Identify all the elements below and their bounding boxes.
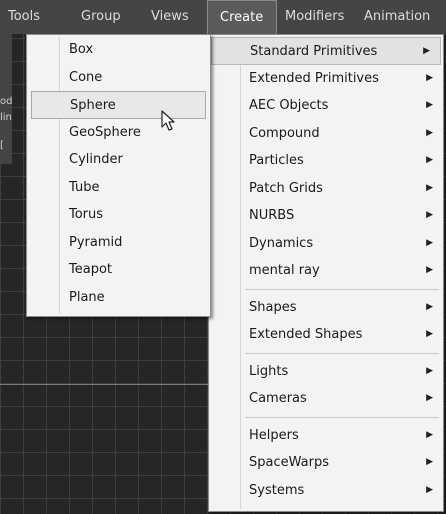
submenu-arrow-icon: ▶ [426,237,433,248]
submenu-arrow-icon: ▶ [426,365,433,376]
submenu-arrow-icon: ▶ [426,182,433,193]
submenu-arrow-icon: ▶ [426,329,433,339]
submenu-item-label: Cone [69,69,103,85]
submenu-item-label: Sphere [70,98,116,113]
menu-item-particles[interactable]: Particles ▶ [209,147,443,175]
menu-item-label: Compound [249,125,320,141]
menu-views[interactable]: Views [137,0,207,34]
submenu-arrow-icon: ▶ [426,100,433,110]
mouse-cursor-icon [161,110,175,131]
submenu-arrow-icon: ▶ [426,429,433,440]
submenu-item-cylinder[interactable]: Cylinder [27,146,210,174]
menu-item-cameras[interactable]: Cameras ▶ [209,385,443,413]
menu-item-patch-grids[interactable]: Patch Grids ▶ [209,175,443,203]
submenu-arrow-icon: ▶ [423,46,430,56]
left-strip-text-3: [ [0,140,4,151]
submenu-item-label: Box [69,42,94,57]
menu-item-label: AEC Objects [249,98,329,113]
submenu-arrow-icon: ▶ [426,72,433,83]
menu-item-label: Extended Primitives [249,70,379,86]
menu-item-systems[interactable]: Systems ▶ [209,477,443,505]
menu-item-label: Systems [249,482,305,498]
submenu-item-pyramid[interactable]: Pyramid [27,229,210,257]
submenu-item-label: GeoSphere [69,124,141,140]
menu-item-label: SpaceWarps [249,455,329,470]
menu-item-compound[interactable]: Compound ▶ [209,120,443,148]
submenu-item-label: Cylinder [69,152,123,167]
submenu-arrow-icon: ▶ [426,155,433,165]
submenu-item-cone[interactable]: Cone [27,64,210,92]
menu-item-label: mental ray [249,263,320,278]
submenu-arrow-icon: ▶ [426,265,433,275]
menu-tools[interactable]: Tools [0,0,67,34]
submenu-item-torus[interactable]: Torus [27,201,210,229]
submenu-item-label: Pyramid [69,234,123,250]
menu-item-label: Helpers [249,427,299,443]
menu-item-label: Particles [249,153,304,168]
menu-animation[interactable]: Animation [358,0,446,34]
menu-create[interactable]: Create [207,0,277,34]
menu-item-extended-primitives[interactable]: Extended Primitives ▶ [209,65,443,93]
menu-separator [245,288,439,290]
menu-item-nurbs[interactable]: NURBS ▶ [209,202,443,230]
menu-item-label: Extended Shapes [249,327,363,342]
menu-modifiers[interactable]: Modifiers [277,0,358,34]
menu-item-aec-objects[interactable]: AEC Objects ▶ [209,92,443,120]
viewport-divider [0,384,210,385]
create-menu: Standard Primitives ▶ Extended Primitive… [208,34,444,512]
submenu-item-label: Tube [69,179,100,195]
menu-item-extended-shapes[interactable]: Extended Shapes ▶ [209,321,443,349]
submenu-item-label: Teapot [69,262,112,277]
standard-primitives-submenu: Box Cone Sphere GeoSphere Cylinder Tube … [26,34,211,317]
menu-item-label: NURBS [249,208,295,223]
menu-item-label: Lights [249,363,289,379]
menu-item-standard-primitives[interactable]: Standard Primitives ▶ [211,37,441,65]
menu-item-mental-ray[interactable]: mental ray ▶ [209,257,443,285]
submenu-arrow-icon: ▶ [426,301,433,312]
menu-item-label: Dynamics [249,235,314,251]
menu-item-lights[interactable]: Lights ▶ [209,358,443,386]
submenu-item-geosphere[interactable]: GeoSphere [27,119,210,147]
submenu-arrow-icon: ▶ [426,484,433,495]
menu-item-spacewarps[interactable]: SpaceWarps ▶ [209,449,443,477]
menu-item-helpers[interactable]: Helpers ▶ [209,422,443,450]
submenu-item-tube[interactable]: Tube [27,174,210,202]
menu-item-shapes[interactable]: Shapes ▶ [209,294,443,322]
submenu-item-label: Torus [69,207,104,222]
submenu-item-label: Plane [69,289,105,305]
menu-item-label: Shapes [249,299,297,315]
submenu-arrow-icon: ▶ [426,457,433,467]
menu-item-label: Patch Grids [249,180,323,196]
menu-separator [245,416,439,418]
submenu-item-box[interactable]: Box [27,36,210,64]
left-strip-text-2: lin [0,112,12,123]
submenu-arrow-icon: ▶ [426,127,433,138]
menu-group[interactable]: Group [67,0,137,34]
menu-item-label: Cameras [249,391,307,406]
menu-separator [245,352,439,354]
left-panel-strip: od lin [ [0,34,12,164]
submenu-arrow-icon: ▶ [426,393,433,403]
submenu-item-plane[interactable]: Plane [27,284,210,312]
left-strip-text-1: od [0,96,13,107]
submenu-arrow-icon: ▶ [426,210,433,220]
menu-bar: Tools Group Views Create Modifiers Anima… [0,0,446,34]
submenu-item-teapot[interactable]: Teapot [27,256,210,284]
menu-item-dynamics[interactable]: Dynamics ▶ [209,230,443,258]
menu-item-label: Standard Primitives [250,44,378,59]
